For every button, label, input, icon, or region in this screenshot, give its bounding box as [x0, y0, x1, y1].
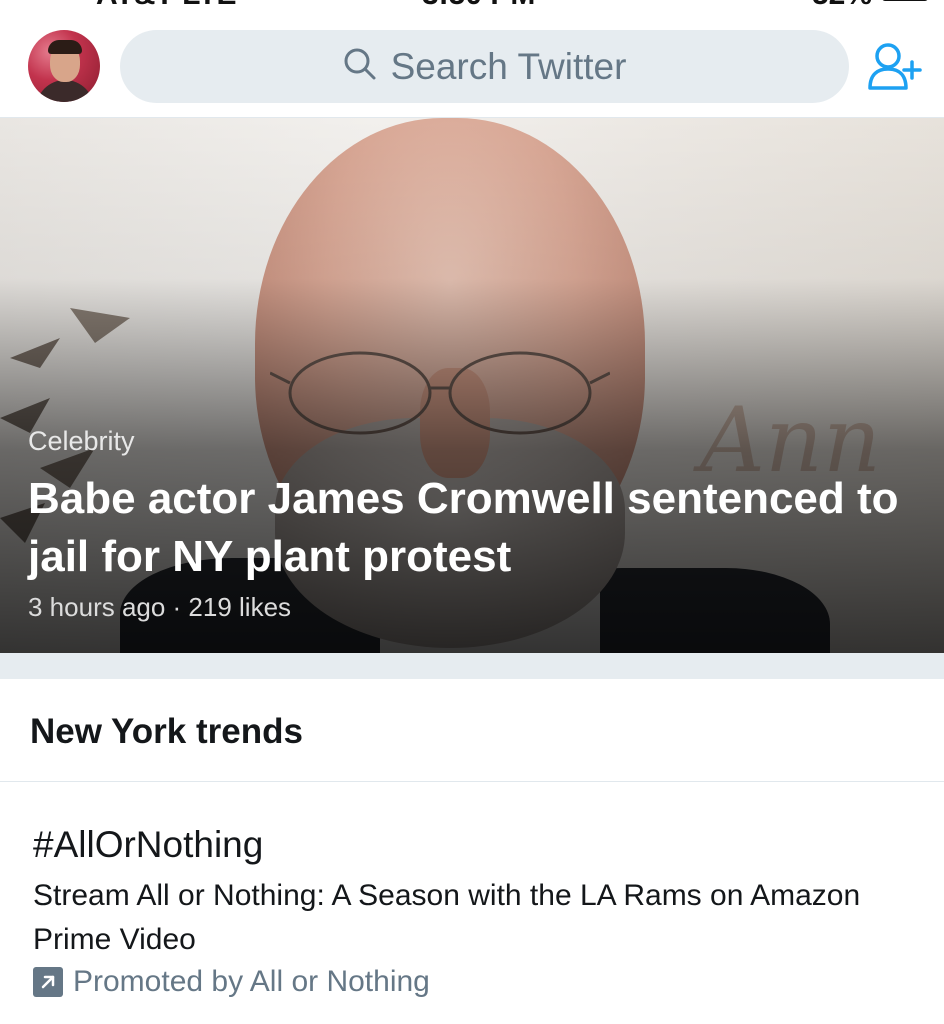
- trends-title: New York trends: [30, 712, 303, 751]
- trend-description: Stream All or Nothing: A Season with the…: [33, 879, 861, 956]
- clock-label: 3:50 PM: [422, 0, 535, 10]
- top-bar: Search Twitter: [0, 10, 944, 118]
- avatar-shoulders: [36, 80, 94, 102]
- section-divider: [0, 653, 944, 679]
- search-placeholder: Search Twitter: [390, 45, 627, 87]
- featured-story-card[interactable]: Ann Celebrity Babe actor James Cromwell …: [0, 118, 944, 653]
- trends-header: New York trends: [0, 680, 944, 782]
- battery-percent: 52%: [812, 0, 872, 10]
- avatar[interactable]: [28, 30, 100, 102]
- promoted-icon: [33, 967, 63, 997]
- battery-icon: [882, 0, 928, 1]
- search-icon: [343, 47, 377, 86]
- battery-indicator: 52%: [812, 0, 928, 10]
- promoted-text: Promoted by All or Nothing: [73, 965, 430, 998]
- trend-name[interactable]: #AllOrNothing: [33, 824, 263, 866]
- status-bar: AT&T LTE 3:50 PM 52%: [0, 0, 944, 10]
- carrier-label: AT&T LTE: [96, 0, 237, 10]
- story-headline[interactable]: Babe actor James Cromwell sentenced to j…: [28, 470, 918, 586]
- promoted-label: Promoted by All or Nothing: [33, 965, 430, 999]
- story-meta: 3 hours ago · 219 likes: [28, 592, 292, 622]
- search-input[interactable]: Search Twitter: [120, 30, 849, 103]
- avatar-hair: [48, 40, 82, 54]
- add-user-icon[interactable]: [866, 40, 922, 92]
- story-category: Celebrity: [28, 426, 135, 456]
- trend-item[interactable]: #AllOrNothing Stream All or Nothing: A S…: [0, 782, 944, 1024]
